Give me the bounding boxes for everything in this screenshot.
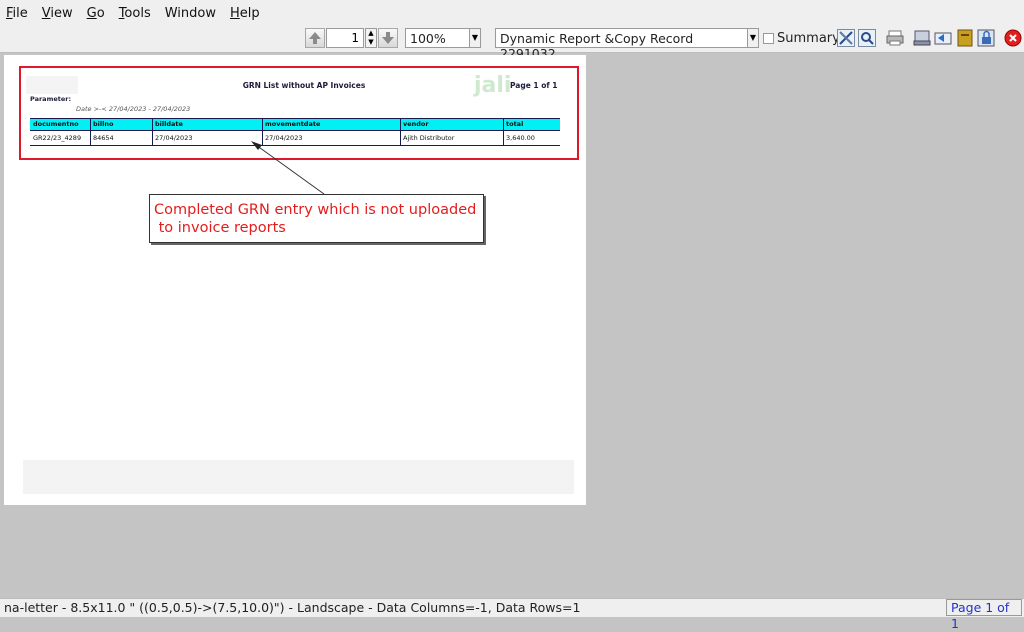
archive-button[interactable] [955, 28, 975, 48]
menu-bar: File View Go Tools Window Help [0, 0, 1024, 27]
toolbar: ▲▼ 100% ▼ Dynamic Report &Copy Record 22… [0, 26, 1024, 61]
callout-line-2: to invoice reports [154, 220, 286, 236]
report-logo [26, 76, 78, 94]
export-button[interactable] [912, 28, 932, 48]
annotation-callout: Completed GRN entry which is not uploade… [149, 194, 484, 243]
arrow-up-icon [309, 32, 321, 44]
column-header: billno [93, 120, 114, 128]
report-page: GRN List without AP Invoices jali Page 1… [4, 55, 586, 505]
status-bar: na-letter - 8.5x11.0 " ((0.5,0.5)->(7.5,… [0, 598, 1024, 631]
cell-billno: 84654 [93, 134, 114, 142]
summary-label: Summary [777, 31, 840, 46]
column-header: total [506, 120, 524, 128]
export-icon [913, 30, 931, 46]
search-icon [858, 29, 876, 47]
column-header: movementdate [265, 120, 321, 128]
customize-icon [837, 29, 855, 47]
watermark-logo: jali [474, 73, 512, 98]
status-page-indicator: Page 1 of 1 [946, 599, 1022, 631]
table-row[interactable]: GR22/23_4289 84654 27/04/2023 27/04/2023… [30, 130, 560, 146]
report-footer [23, 460, 574, 494]
print-button[interactable] [885, 28, 905, 48]
send-icon [934, 32, 952, 45]
callout-line-1: Completed GRN entry which is not uploade… [154, 202, 477, 218]
menu-help[interactable]: Help [230, 6, 260, 21]
menu-window[interactable]: Window [165, 6, 216, 21]
close-button[interactable] [1003, 28, 1023, 48]
report-select[interactable]: Dynamic Report &Copy Record 2291032 [495, 28, 748, 61]
menu-view[interactable]: View [42, 6, 73, 21]
page-spinner[interactable]: ▲ ▼ [365, 28, 377, 48]
menu-file[interactable]: File [6, 6, 28, 21]
checkbox-box[interactable] [763, 33, 774, 44]
report-title: GRN List without AP Invoices [242, 81, 366, 90]
cell-vendor: Ajith Distributor [403, 134, 455, 142]
status-text: na-letter - 8.5x11.0 " ((0.5,0.5)->(7.5,… [4, 600, 581, 615]
summary-checkbox[interactable]: Summary [763, 31, 840, 46]
customize-button[interactable] [836, 28, 856, 48]
cell-total: 3,640.00 [506, 134, 535, 142]
parameter-value: Date >-< 27/04/2023 - 27/04/2023 [76, 105, 191, 113]
zoom-select[interactable]: 100% [405, 28, 471, 48]
column-header: vendor [403, 120, 429, 128]
cell-documentno: GR22/23_4289 [33, 134, 82, 142]
lock-icon [977, 29, 995, 47]
cell-movementdate: 27/04/2023 [265, 134, 303, 142]
column-header: documentno [33, 120, 79, 128]
close-icon [1004, 29, 1022, 47]
print-icon [886, 30, 904, 46]
send-button[interactable] [933, 28, 953, 48]
find-button[interactable] [857, 28, 877, 48]
previous-page-button[interactable] [305, 28, 325, 48]
cell-billdate: 27/04/2023 [155, 134, 193, 142]
page-number-input[interactable] [326, 28, 364, 48]
menu-tools[interactable]: Tools [119, 6, 151, 21]
report-dropdown-arrow[interactable]: ▼ [747, 28, 759, 48]
lock-button[interactable] [976, 28, 996, 48]
next-page-button[interactable] [378, 28, 398, 48]
menu-go[interactable]: Go [87, 6, 105, 21]
report-page-of: Page 1 of 1 [510, 81, 558, 90]
column-header: billdate [155, 120, 183, 128]
parameter-label: Parameter: [30, 95, 72, 103]
zoom-dropdown-arrow[interactable]: ▼ [469, 28, 481, 48]
arrow-down-icon [382, 32, 394, 44]
archive-icon [957, 29, 973, 47]
